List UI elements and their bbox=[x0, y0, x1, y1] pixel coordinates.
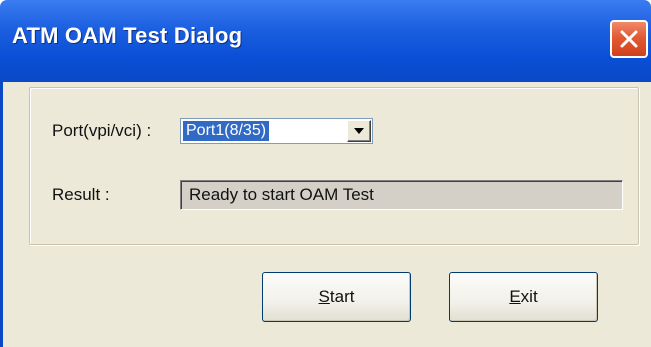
result-field: Ready to start OAM Test bbox=[180, 180, 623, 210]
title-bar[interactable]: ATM OAM Test Dialog bbox=[0, 0, 651, 82]
dialog-title: ATM OAM Test Dialog bbox=[12, 23, 243, 48]
dialog-body: Port(vpi/vci) : Port1(8/35) Result : Rea… bbox=[0, 82, 651, 347]
start-button[interactable]: Start bbox=[262, 272, 411, 322]
port-selected-value[interactable]: Port1(8/35) bbox=[181, 120, 271, 142]
exit-button-mnemonic: E bbox=[509, 287, 521, 306]
start-button-label: tart bbox=[329, 287, 355, 306]
result-label: Result : bbox=[52, 185, 110, 204]
exit-button-label: xit bbox=[520, 287, 538, 306]
exit-button[interactable]: Exit bbox=[449, 272, 598, 322]
dialog-window: ATM OAM Test Dialog Port(vpi/vci) : Port… bbox=[0, 0, 651, 347]
close-icon bbox=[620, 30, 638, 48]
port-dropdown-button[interactable] bbox=[347, 120, 371, 142]
settings-group: Port(vpi/vci) : Port1(8/35) Result : Rea… bbox=[29, 87, 639, 245]
port-select[interactable]: Port1(8/35) bbox=[180, 118, 373, 144]
port-label: Port(vpi/vci) : bbox=[52, 121, 152, 140]
start-button-mnemonic: S bbox=[318, 287, 330, 306]
chevron-down-icon bbox=[354, 128, 364, 134]
close-button[interactable] bbox=[610, 20, 648, 58]
